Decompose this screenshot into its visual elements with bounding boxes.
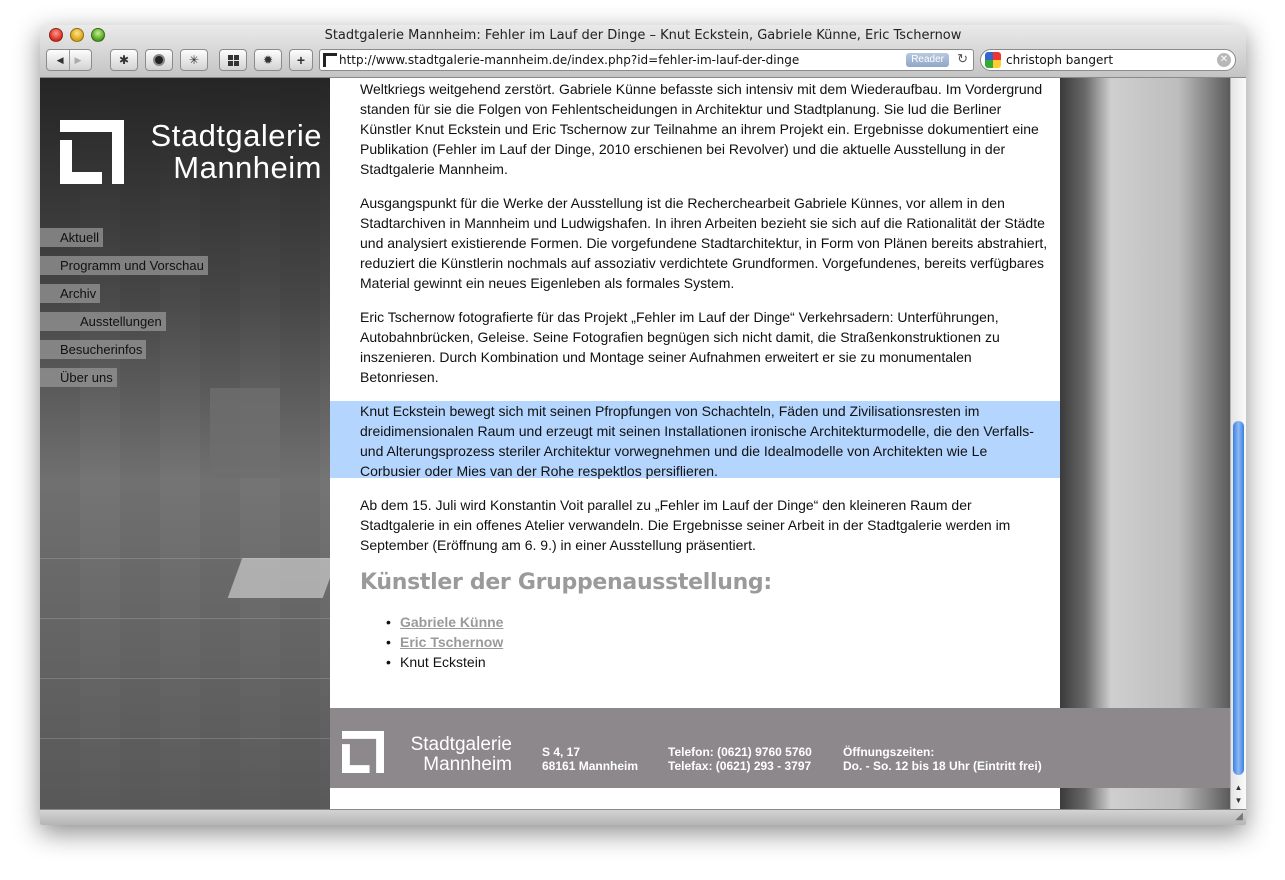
bug-extension-button[interactable]: ✱ [110, 49, 138, 71]
artist-name-eckstein: Knut Eckstein [400, 654, 486, 670]
article-paragraph-selected: Knut Eckstein bewegt sich mit seinen Pfr… [360, 403, 1034, 479]
footer-address: S 4, 17 68161 Mannheim [542, 745, 639, 773]
nav-item-ueber-uns[interactable]: Über uns [40, 368, 117, 387]
bug-icon: ✱ [118, 53, 130, 67]
article-paragraph: Ab dem 15. Juli wird Konstantin Voit par… [360, 497, 1011, 553]
article-paragraph: Ausgangspunkt für die Werke der Ausstell… [360, 195, 1048, 291]
lens-icon [153, 54, 165, 66]
status-bar: ◢ [40, 809, 1246, 825]
search-field[interactable]: christoph bangert ✕ [980, 49, 1236, 71]
radiator-image [210, 388, 280, 478]
scrollbar-thumb[interactable] [1233, 421, 1244, 775]
resize-grip-icon[interactable]: ◢ [1235, 811, 1243, 822]
reader-button[interactable]: Reader [906, 53, 949, 67]
artist-link-tschernow[interactable]: Eric Tschernow [400, 634, 503, 650]
main-content: Weltkriegs weitgehend zerstört. Gabriele… [330, 78, 1230, 809]
clear-search-icon[interactable]: ✕ [1217, 53, 1231, 67]
google-search-icon[interactable] [985, 52, 1001, 68]
spider-icon: ✹ [262, 53, 274, 67]
footer-logo-text: Stadtgalerie Mannheim [410, 734, 512, 775]
nav-item-besucherinfos[interactable]: Besucherinfos [40, 340, 147, 359]
site-footer: Stadtgalerie Mannheim S 4, 17 68161 Mann… [330, 708, 1230, 788]
back-forward-buttons[interactable]: ◀ ▶ [46, 49, 92, 71]
window-title: Stadtgalerie Mannheim: Fehler im Lauf de… [324, 28, 962, 43]
footer-opening-hours: Öffnungszeiten: Do. - So. 12 bis 18 Uhr … [843, 745, 1042, 773]
nav-item-aktuell[interactable]: Aktuell [40, 228, 104, 247]
ladybug-extension-button[interactable]: ✳ [180, 49, 208, 71]
ladybug-icon: ✳ [188, 53, 200, 67]
page-viewport: Stadtgalerie Mannheim Aktuell Programm u… [40, 78, 1230, 809]
debug-extension-button[interactable]: ✹ [254, 49, 282, 71]
nav-item-ausstellungen[interactable]: Ausstellungen [40, 312, 166, 331]
grid-icon [227, 54, 239, 66]
url-text[interactable]: http://www.stadtgalerie-mannheim.de/inde… [339, 53, 799, 67]
vertical-scrollbar[interactable]: ▲ ▼ [1230, 78, 1246, 809]
reload-icon[interactable]: ↻ [957, 51, 968, 67]
nav-item-programm[interactable]: Programm und Vorschau [40, 256, 208, 275]
top-sites-button[interactable] [219, 49, 247, 71]
add-bookmark-button[interactable]: + [289, 49, 313, 71]
logo-mark-icon [60, 120, 124, 184]
search-query-text[interactable]: christoph bangert [1006, 53, 1113, 67]
logo-text: Stadtgalerie Mannheim [150, 118, 322, 185]
camera-extension-button[interactable] [145, 49, 173, 71]
gallery-photo-left [40, 78, 338, 809]
forward-arrow-icon[interactable]: ▶ [75, 55, 82, 66]
article-paragraph: Weltkriegs weitgehend zerstört. Gabriele… [360, 81, 1043, 177]
title-bar: Stadtgalerie Mannheim: Fehler im Lauf de… [40, 25, 1246, 78]
scroll-up-arrow-icon[interactable]: ▲ [1231, 781, 1246, 795]
footer-logo-mark-icon [342, 731, 384, 773]
browser-window: Stadtgalerie Mannheim: Fehler im Lauf de… [40, 25, 1246, 825]
article-paragraph: Eric Tschernow fotografierte für das Pro… [360, 309, 1000, 385]
artist-link-kuenne[interactable]: Gabriele Künne [400, 614, 503, 630]
list-item: Gabriele Künne [386, 612, 504, 632]
gallery-photo-right [1060, 78, 1230, 809]
list-item: Eric Tschernow [386, 632, 503, 652]
footer-contact: Telefon: (0621) 9760 5760 Telefax: (0621… [668, 745, 812, 773]
address-bar[interactable]: http://www.stadtgalerie-mannheim.de/inde… [319, 49, 974, 71]
list-item: Knut Eckstein [386, 652, 503, 672]
paper-sheet-image [227, 558, 338, 598]
nav-item-archiv[interactable]: Archiv [40, 284, 101, 303]
artists-list: Gabriele Künne Eric Tschernow Knut Eckst… [386, 612, 504, 672]
scroll-down-arrow-icon[interactable]: ▼ [1231, 794, 1246, 808]
back-arrow-icon[interactable]: ◀ [57, 55, 64, 66]
artists-heading: Künstler der Gruppenausstellung: [360, 570, 772, 595]
site-logo[interactable]: Stadtgalerie Mannheim [60, 120, 322, 186]
site-favicon-icon [323, 53, 337, 67]
